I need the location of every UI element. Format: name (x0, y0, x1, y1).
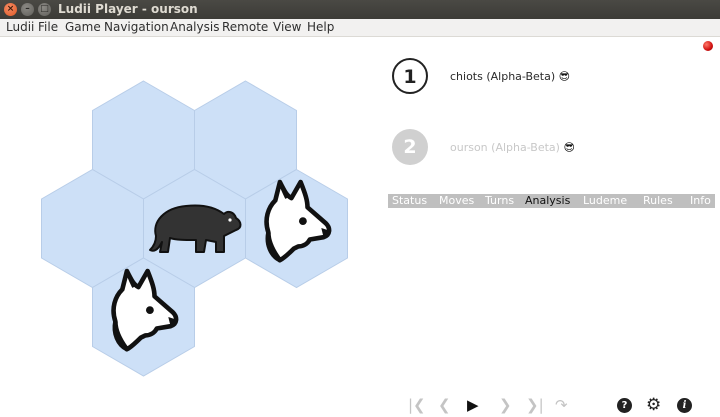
menu-analysis[interactable]: Analysis (170, 20, 219, 34)
step-back-icon[interactable]: ❮ (438, 396, 451, 414)
step-forward-icon[interactable]: ❯ (499, 396, 512, 414)
menu-view[interactable]: View (273, 20, 301, 34)
play-icon[interactable]: ▶ (467, 396, 479, 414)
gear-icon[interactable]: ⚙ (646, 395, 661, 415)
skip-to-end-icon[interactable]: ❯| (526, 396, 544, 414)
menu-ludii[interactable]: Ludii (6, 20, 34, 34)
tab-analysis[interactable]: Analysis (525, 194, 570, 208)
status-indicator-dot (703, 41, 713, 51)
player-1-label: chiots (Alpha-Beta) (450, 70, 556, 83)
menu-bar: Ludii File Game Navigation Analysis Remo… (0, 19, 720, 37)
info-tab-bar: Status Moves Turns Analysis Ludeme Rules… (388, 194, 715, 208)
info-icon[interactable]: i (677, 398, 692, 413)
help-icon[interactable]: ? (617, 398, 632, 413)
game-board (41, 80, 348, 377)
tab-info[interactable]: Info (690, 194, 711, 208)
menu-remote[interactable]: Remote (222, 20, 268, 34)
window-maximize-button[interactable]: □ (38, 3, 51, 16)
menu-game[interactable]: Game (65, 20, 101, 34)
redo-arrow-icon[interactable]: ↷ (555, 396, 568, 414)
skip-to-start-icon[interactable]: |❮ (408, 396, 426, 414)
window-minimize-button[interactable]: – (21, 3, 34, 16)
menu-navigation[interactable]: Navigation (104, 20, 169, 34)
tab-rules[interactable]: Rules (643, 194, 673, 208)
player-2-label: ourson (Alpha-Beta) (450, 141, 560, 154)
tab-moves[interactable]: Moves (439, 194, 474, 208)
menu-file[interactable]: File (38, 20, 58, 34)
tab-ludeme[interactable]: Ludeme (583, 194, 627, 208)
window-close-button[interactable]: × (4, 3, 17, 16)
player-1-badge: 1 (392, 58, 428, 94)
player-2-name: ourson (Alpha-Beta) 😎︎ (450, 141, 575, 154)
ai-agent-icon[interactable]: 😎︎ (559, 70, 570, 83)
tab-turns[interactable]: Turns (485, 194, 514, 208)
player-1-name: chiots (Alpha-Beta) 😎︎ (450, 70, 570, 83)
window-title: Ludii Player - ourson (58, 2, 198, 16)
player-2-badge: 2 (392, 129, 428, 165)
tab-status[interactable]: Status (392, 194, 427, 208)
ai-agent-icon[interactable]: 😎︎ (563, 141, 574, 154)
window-title-bar: × – □ Ludii Player - ourson (0, 0, 720, 19)
menu-help[interactable]: Help (307, 20, 334, 34)
